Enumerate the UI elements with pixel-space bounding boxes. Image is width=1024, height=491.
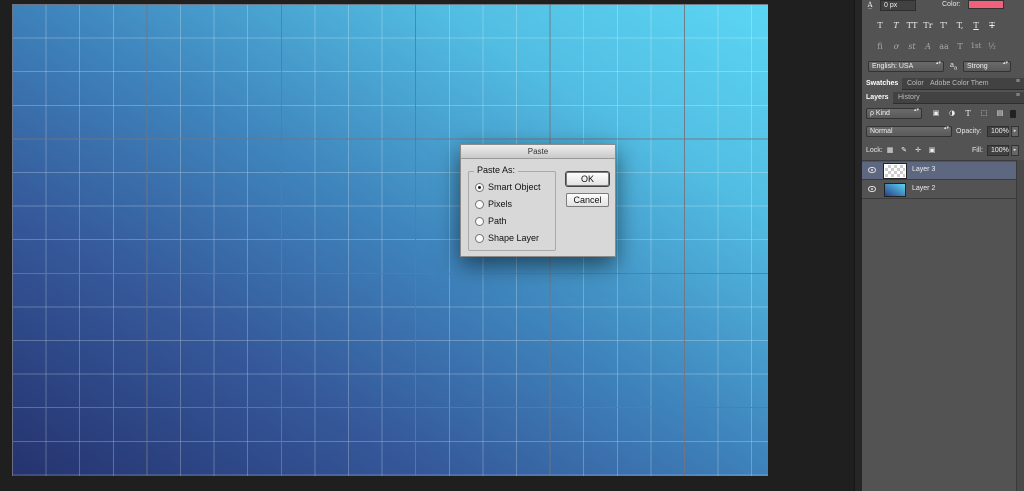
major-grid [12,4,768,476]
pixel-filter-icon[interactable]: ▣ [930,108,942,119]
radio-smart-object[interactable]: Smart Object [475,182,541,192]
radio-shape-layer[interactable]: Shape Layer [475,233,539,243]
visibility-eye-icon[interactable] [868,186,876,192]
text-color-swatch[interactable] [968,0,1004,9]
ordinals-1st-icon[interactable]: 1st [970,41,982,52]
layer-filter-dropdown[interactable]: ρ Kind [866,108,922,119]
right-panel: A̲ 0 px Color: T T TT Tr T' T, T T fi ơ … [862,0,1024,491]
layer-row-layer-2[interactable]: Layer 2 [862,181,1016,199]
titling-alternates-icon[interactable]: aa [938,41,950,52]
subscript-icon[interactable]: T, [954,20,966,31]
tab-layers[interactable]: Layers [862,92,893,104]
radio-label: Pixels [488,199,513,209]
paste-as-label: Paste As: [474,165,519,175]
document-canvas[interactable] [12,4,768,476]
tab-adobe-color-themes[interactable]: Adobe Color Them [926,78,993,90]
panel-divider[interactable] [854,0,862,491]
small-caps-icon[interactable]: Tr [922,20,934,31]
fill-label: Fill: [972,147,983,154]
opacity-slider-arrow-icon[interactable]: ▸ [1011,126,1019,137]
stylistic-alternates-icon[interactable]: A [922,41,934,52]
blend-mode-dropdown[interactable]: Normal [866,126,952,137]
fill-slider-arrow-icon[interactable]: ▸ [1011,145,1019,156]
tab-history[interactable]: History [894,92,924,104]
lock-position-icon[interactable]: ✛ [912,145,924,156]
smart-object-filter-icon[interactable]: ▤ [994,108,1006,119]
paste-as-group: Paste As: Smart Object Pixels Path Shape… [468,165,556,251]
lock-label: Lock: [866,147,883,154]
radio-label: Shape Layer [488,233,540,243]
layer-row-layer-3[interactable]: Layer 3 [862,162,1016,180]
radio-label: Smart Object [488,182,541,192]
faux-bold-icon[interactable]: T [874,20,886,31]
radio-icon [475,199,484,209]
fractions-icon[interactable]: ½ [986,41,998,52]
tab-color[interactable]: Color [903,78,928,90]
strikethrough-icon[interactable]: T [986,20,998,31]
layer-name[interactable]: Layer 2 [912,185,935,192]
layer-thumbnail[interactable] [884,183,906,197]
ok-button[interactable]: OK [566,172,609,186]
ligatures-icon[interactable]: fi [874,41,886,52]
tab-swatches[interactable]: Swatches [862,78,903,90]
layer-thumbnail[interactable] [883,163,907,179]
layer-name[interactable]: Layer 3 [912,166,935,173]
panel-menu-icon[interactable]: ≡ [1016,78,1020,85]
lock-transparency-icon[interactable]: ▦ [884,145,896,156]
antialias-icon: aa [950,62,958,72]
paste-dialog: Paste Paste As: Smart Object Pixels Path… [460,144,616,257]
radio-path[interactable]: Path [475,216,507,226]
lock-all-icon[interactable]: ▣ [926,145,938,156]
layers-tabbar: Layers History ≡ [862,92,1024,104]
underline-icon[interactable]: T [970,20,982,31]
antialias-dropdown[interactable]: Strong [963,61,1011,72]
layers-panel-menu-icon[interactable]: ≡ [1016,92,1020,99]
superscript-icon[interactable]: T' [938,20,950,31]
opacity-label: Opacity: [956,128,982,135]
document-workspace: Paste Paste As: Smart Object Pixels Path… [0,0,862,491]
shape-filter-icon[interactable]: ⬚ [978,108,990,119]
radio-label: Path [488,216,507,226]
layers-scrollbar[interactable] [1016,160,1024,491]
type-filter-icon[interactable]: T [962,108,974,119]
visibility-eye-icon[interactable] [868,167,876,173]
all-caps-icon[interactable]: TT [906,20,918,31]
lock-image-pixels-icon[interactable]: ✎ [898,145,910,156]
radio-selected-icon [475,182,484,192]
radio-icon [475,233,484,243]
swatches-tabbar: Swatches Color Adobe Color Them ≡ [862,78,1024,90]
filter-toggle[interactable] [1010,110,1016,118]
color-label: Color: [942,1,961,8]
faux-italic-icon[interactable]: T [890,20,902,31]
swash-icon[interactable]: st [906,41,918,52]
language-dropdown[interactable]: English: USA [868,61,944,72]
layers-list: Layer 3 Layer 2 [862,160,1016,199]
dialog-title[interactable]: Paste [461,145,615,159]
adjustment-filter-icon[interactable]: ◑ [946,108,958,119]
fill-input[interactable]: 100% [987,145,1009,156]
discretionary-ligatures-icon[interactable]: ơ [890,41,902,52]
baseline-field[interactable]: 0 px [880,0,916,11]
radio-pixels[interactable]: Pixels [475,199,512,209]
cancel-button[interactable]: Cancel [566,193,609,207]
radio-icon [475,216,484,226]
tracking-icon: A̲ [867,1,873,9]
ordinals-icon[interactable]: T [954,41,966,52]
opacity-input[interactable]: 100% [987,126,1009,137]
